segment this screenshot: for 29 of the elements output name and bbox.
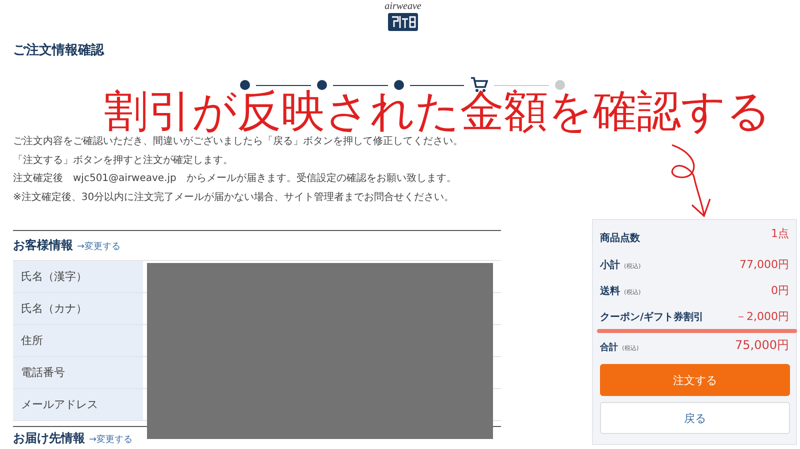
field-label: メールアドレス bbox=[13, 389, 143, 420]
section-heading: お届け先情報 bbox=[13, 430, 85, 447]
summary-label: 小計 bbox=[600, 260, 620, 271]
logo-wordmark: airweave bbox=[384, 1, 422, 13]
notice-text: ご注文内容をご確認いただき、間違いがございましたら「戻る」ボタンを押して修正してください。 bbox=[13, 134, 464, 149]
field-label: 電話番号 bbox=[13, 357, 143, 388]
notice-text: ※注文確定後、30分以内に注文完了メールが届かない場合、サイト管理者までお問合せください。 bbox=[13, 190, 456, 204]
summary-value: 77,000円 bbox=[740, 257, 789, 272]
change-link[interactable]: →変更する bbox=[77, 240, 121, 253]
field-label: 住所 bbox=[13, 325, 143, 356]
field-label: 氏名（カナ） bbox=[13, 293, 143, 324]
summary-label: 送料 bbox=[600, 286, 620, 297]
summary-value: 0円 bbox=[771, 283, 789, 298]
back-button[interactable]: 戻る bbox=[600, 402, 790, 434]
summary-value: －2,000円 bbox=[736, 309, 789, 324]
section-heading: お客様情報 bbox=[13, 237, 73, 254]
page-title: ご注文情報確認 bbox=[13, 43, 106, 59]
summary-value: 1点 bbox=[771, 226, 789, 241]
summary-label: 合計 bbox=[600, 343, 618, 353]
notice-text: 注文確定後 wjc501@airweave.jp からメールが届きます。受信設定の確認をお願い致します。 bbox=[13, 172, 458, 186]
summary-value: 75,000円 bbox=[735, 337, 789, 354]
change-link[interactable]: →変更する bbox=[89, 433, 133, 446]
annotation-text: 割引が反映された金額を確認する bbox=[104, 90, 771, 134]
logo-mark-icon bbox=[388, 13, 418, 31]
notice-text: 「注文する」ボタンを押すと注文が確定します。 bbox=[13, 154, 234, 168]
order-button[interactable]: 注文する bbox=[600, 364, 790, 396]
summary-label: 商品点数 bbox=[600, 233, 640, 244]
summary-label: クーポン/ギフト券割引 bbox=[600, 312, 704, 323]
field-label: 氏名（漢字） bbox=[13, 261, 143, 292]
